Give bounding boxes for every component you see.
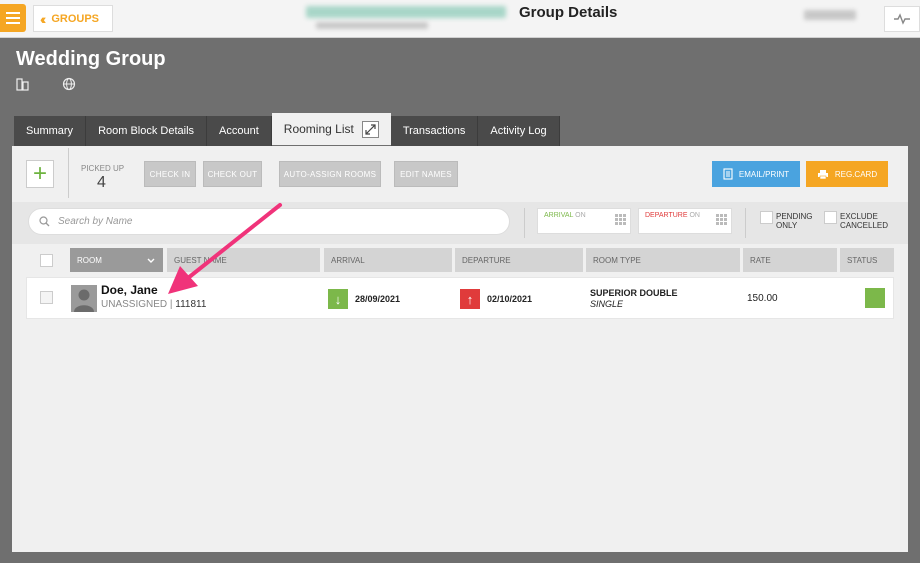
divider (524, 208, 525, 238)
tab-bar: Summary Room Block Details Account Roomi… (14, 113, 560, 146)
tab-rooming-list[interactable]: Rooming List (271, 113, 391, 145)
arrival-on-label: ON (575, 212, 586, 219)
top-bar: ‹‹ GROUPS Group Details (0, 0, 920, 38)
add-guest-button[interactable]: + (26, 160, 54, 188)
column-header-rate[interactable]: RATE (743, 248, 837, 272)
picked-up-value: 4 (97, 174, 106, 191)
email-print-button[interactable]: EMAIL/PRINT (712, 161, 800, 187)
column-header-departure[interactable]: DEPARTURE (455, 248, 583, 272)
expand-icon[interactable] (361, 120, 379, 138)
plus-icon: + (32, 160, 47, 187)
tab-room-block-details[interactable]: Room Block Details (86, 116, 208, 146)
check-in-button[interactable]: CHECK IN (144, 161, 196, 187)
hamburger-icon (6, 12, 20, 14)
pending-only-label: PENDING ONLY (776, 212, 813, 230)
room-occupancy: SINGLE (590, 299, 624, 309)
column-header-room-type[interactable]: ROOM TYPE (586, 248, 740, 272)
divider (745, 208, 746, 238)
guest-name-link[interactable]: Doe, Jane (101, 283, 158, 297)
picked-up-label: PICKED UP (81, 164, 125, 173)
check-out-button[interactable]: CHECK OUT (203, 161, 262, 187)
calendar-grid-icon (615, 214, 626, 225)
room-rate: 150.00 (747, 293, 778, 304)
departure-filter-label: DEPARTURE (645, 212, 688, 219)
back-to-groups-button[interactable]: ‹‹ GROUPS (33, 5, 113, 32)
row-select-checkbox[interactable] (40, 291, 53, 304)
tab-activity-log[interactable]: Activity Log (478, 116, 560, 146)
tab-summary[interactable]: Summary (14, 116, 87, 146)
property-name-redacted (306, 6, 506, 18)
exclude-cancelled-checkbox[interactable] (824, 211, 837, 224)
activity-button[interactable] (884, 6, 920, 32)
filter-bar: ARRIVAL ON DEPARTURE ON PENDING ONLY EXC… (12, 202, 908, 244)
status-indicator (865, 288, 885, 308)
reg-card-label: REG.CARD (834, 169, 878, 179)
table-row[interactable]: Doe, Jane UNASSIGNED | 111811 ↓ 28/09/20… (26, 277, 894, 319)
room-assignment: UNASSIGNED (101, 299, 168, 310)
person-avatar-icon (71, 285, 97, 312)
document-icon (723, 168, 733, 180)
building-icon (16, 78, 29, 91)
column-header-arrival[interactable]: ARRIVAL (324, 248, 452, 272)
calendar-grid-icon (716, 214, 727, 225)
confirmation-number: 111811 (175, 299, 207, 310)
exclude-cancelled-label: EXCLUDE CANCELLED (840, 212, 889, 230)
arrow-up-icon: ↑ (460, 289, 480, 309)
column-room-label: ROOM (77, 255, 102, 265)
search-field[interactable] (28, 208, 510, 235)
edit-names-button[interactable]: EDIT NAMES (394, 161, 458, 187)
tab-account[interactable]: Account (207, 116, 272, 146)
column-header-room[interactable]: ROOM (70, 248, 163, 272)
arrival-date-filter[interactable]: ARRIVAL ON (537, 208, 631, 234)
guest-room-info: UNASSIGNED | 111811 (101, 299, 207, 310)
room-type: SUPERIOR DOUBLE (590, 288, 678, 298)
email-print-label: EMAIL/PRINT (738, 169, 790, 179)
picked-up-counter: PICKED UP 4 (68, 148, 124, 198)
chevron-down-icon (147, 258, 155, 263)
back-button-label: GROUPS (51, 12, 100, 25)
rooming-list-panel: + PICKED UP 4 CHECK IN CHECK OUT AUTO-AS… (12, 146, 908, 552)
auto-assign-rooms-button[interactable]: AUTO-ASSIGN ROOMS (279, 161, 381, 187)
group-title: Wedding Group (16, 48, 166, 70)
double-chevron-left-icon: ‹‹ (40, 10, 47, 27)
hamburger-menu-button[interactable] (0, 4, 26, 32)
pending-only-checkbox[interactable] (760, 211, 773, 224)
arrow-down-icon: ↓ (328, 289, 348, 309)
page-title: Group Details (519, 4, 618, 21)
user-name-redacted (804, 10, 856, 20)
search-icon (39, 216, 50, 227)
tab-transactions[interactable]: Transactions (390, 116, 479, 146)
select-all-checkbox[interactable] (40, 254, 53, 267)
globe-icon[interactable] (62, 77, 76, 91)
column-header-status[interactable]: STATUS (840, 248, 894, 272)
departure-date-filter[interactable]: DEPARTURE ON (638, 208, 732, 234)
tab-rooming-list-label: Rooming List (283, 122, 354, 136)
column-header-guest-name[interactable]: GUEST NAME (167, 248, 320, 272)
arrival-date: 28/09/2021 (355, 294, 401, 304)
printer-icon (817, 169, 828, 179)
reg-card-button[interactable]: REG.CARD (806, 161, 888, 187)
arrival-filter-label: ARRIVAL (544, 212, 574, 219)
property-date-redacted (316, 22, 428, 29)
search-input[interactable] (58, 216, 478, 227)
departure-date: 02/10/2021 (487, 294, 533, 304)
pulse-icon (894, 13, 910, 25)
departure-on-label: ON (689, 212, 700, 219)
